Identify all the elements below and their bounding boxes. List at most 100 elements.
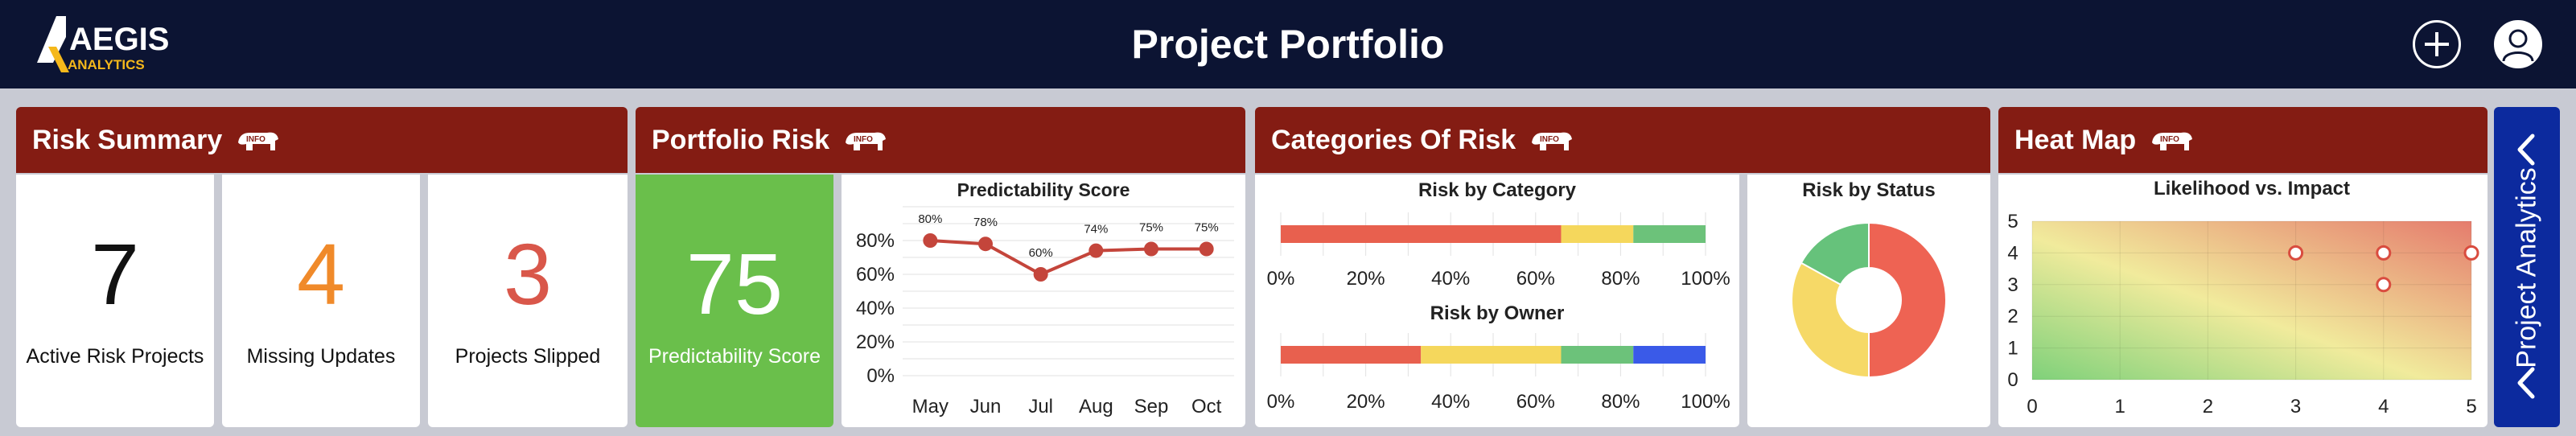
y-tick-label: 40% (856, 298, 895, 319)
svg-text:INFO: INFO (246, 135, 265, 144)
x-tick-label: 60% (1516, 268, 1555, 290)
heat-map-chart: Likelihood vs. Impact 0 1 2 3 4 5 0 1 2 3 4 5 (2007, 178, 2479, 417)
missing-updates-label: Missing Updates (246, 345, 396, 368)
bar-segment (1561, 346, 1634, 364)
svg-text:INFO: INFO (1540, 135, 1559, 144)
y-tick-label: 20% (856, 331, 895, 353)
portfolio-risk-header: Portfolio Risk INFO (636, 107, 1245, 173)
y-tick-label: 0 (2007, 369, 2018, 391)
x-tick-label: 4 (2378, 396, 2389, 417)
pie-slice (1868, 221, 1947, 379)
active-risk-projects-card[interactable]: 7 Active Risk Projects (16, 175, 214, 427)
chart-title: Likelihood vs. Impact (2154, 178, 2350, 199)
x-tick-label: Aug (1079, 396, 1113, 417)
x-tick-label: 0% (1267, 268, 1295, 290)
heat-background (2032, 221, 2471, 380)
projects-slipped-value: 3 (503, 225, 553, 323)
y-tick-label: 4 (2007, 242, 2018, 264)
data-point (923, 233, 938, 248)
plus-icon (2425, 32, 2449, 56)
x-tick-label: 80% (1601, 268, 1640, 290)
svg-text:INFO: INFO (2160, 135, 2179, 144)
projects-slipped-label: Projects Slipped (455, 345, 601, 368)
data-label: 75% (1139, 221, 1163, 235)
x-tick-label: 40% (1431, 391, 1470, 413)
y-tick-label: 2 (2007, 306, 2018, 327)
risk-bars-card: Risk by Category 0% 20% 40% 60% 80% 100% Risk b… (1255, 175, 1739, 427)
data-point (1144, 241, 1158, 257)
x-tick-label: 80% (1601, 391, 1640, 413)
data-point (2376, 245, 2392, 261)
data-point (2463, 245, 2479, 261)
x-tick-label: 100% (1681, 391, 1730, 413)
data-point (1199, 241, 1214, 257)
categories-of-risk-title: Categories Of Risk (1271, 124, 1516, 155)
data-point (1088, 243, 1104, 258)
missing-updates-value: 4 (296, 225, 346, 323)
missing-updates-card[interactable]: 4 Missing Updates (222, 175, 420, 427)
x-tick-label: 3 (2290, 396, 2301, 417)
info-badge-icon[interactable]: INFO (842, 126, 889, 154)
bar-segment (1281, 346, 1422, 364)
portfolio-risk-title: Portfolio Risk (652, 124, 830, 155)
x-tick-label: 60% (1516, 391, 1555, 413)
risk-status-card: Risk by Status (1747, 175, 1990, 427)
data-point (2288, 245, 2304, 261)
top-bar: AEGIS ANALYTICS Project Portfolio (0, 0, 2576, 88)
heat-map-card: Likelihood vs. Impact 0 1 2 3 4 5 0 1 2 3 4 5 (1998, 175, 2488, 427)
pie-slice (1791, 261, 1870, 379)
svg-text:INFO: INFO (854, 135, 873, 144)
chevron-left-icon[interactable] (2508, 364, 2545, 401)
chevron-left-icon[interactable] (2508, 131, 2545, 168)
chart-title: Risk by Owner (1430, 302, 1565, 324)
project-analytics-panel[interactable]: Project Analytics (2494, 107, 2560, 427)
x-tick-label: 40% (1431, 268, 1470, 290)
x-tick-label: Jun (970, 396, 1002, 417)
add-button[interactable] (2413, 20, 2461, 68)
chart-title: Risk by Category (1418, 179, 1577, 201)
data-label: 80% (918, 212, 942, 226)
x-tick-label: 0 (2027, 396, 2037, 417)
active-risk-projects-label: Active Risk Projects (26, 345, 204, 368)
data-label: 60% (1029, 246, 1053, 260)
data-point (978, 237, 993, 252)
projects-slipped-card[interactable]: 3 Projects Slipped (428, 175, 628, 427)
page-title: Project Portfolio (1131, 22, 1445, 67)
x-tick-label: Sep (1134, 396, 1169, 417)
risk-summary-header: Risk Summary INFO (16, 107, 628, 173)
x-tick-label: May (912, 396, 949, 417)
risk-stacked-bars: Risk by Category 0% 20% 40% 60% 80% 100% Risk b… (1267, 179, 1730, 413)
data-point (1033, 267, 1048, 282)
predictability-score-value: 75 (685, 235, 784, 332)
data-point (2376, 277, 2392, 293)
predictability-score-card[interactable]: 75 Predictability Score (636, 175, 833, 427)
info-badge-icon[interactable]: INFO (1529, 126, 1575, 154)
bar-segment (1633, 225, 1706, 243)
user-button[interactable] (2494, 20, 2542, 68)
y-tick-label: 3 (2007, 274, 2018, 296)
y-tick-label: 0% (866, 365, 895, 387)
heat-map-title: Heat Map (2014, 124, 2137, 155)
bar-segment (1281, 225, 1562, 243)
categories-of-risk-header: Categories Of Risk INFO (1255, 107, 1990, 173)
info-badge-icon[interactable]: INFO (2149, 126, 2195, 154)
y-tick-label: 5 (2007, 211, 2018, 232)
info-badge-icon[interactable]: INFO (235, 126, 282, 154)
predictability-line-chart: Predictability Score 0% 20% 40% 60% 80% May Jun… (856, 179, 1234, 417)
project-analytics-label: Project Analytics (2511, 167, 2542, 368)
chart-title: Risk by Status (1802, 179, 1935, 201)
bar-segment (1421, 346, 1562, 364)
predictability-chart-card: Predictability Score 0% 20% 40% 60% 80% May Jun… (842, 175, 1245, 427)
x-tick-label: Oct (1191, 396, 1222, 417)
predictability-score-label: Predictability Score (648, 345, 821, 368)
bar-segment (1561, 225, 1634, 243)
x-tick-label: 1 (2115, 396, 2125, 417)
data-label: 74% (1084, 223, 1108, 237)
y-tick-label: 1 (2007, 338, 2018, 360)
data-label: 75% (1195, 221, 1219, 235)
y-tick-label: 60% (856, 264, 895, 286)
x-tick-label: 20% (1347, 268, 1385, 290)
risk-status-donut: Risk by Status (1791, 179, 1947, 379)
heat-map-header: Heat Map INFO (1998, 107, 2488, 173)
x-tick-label: Jul (1028, 396, 1053, 417)
